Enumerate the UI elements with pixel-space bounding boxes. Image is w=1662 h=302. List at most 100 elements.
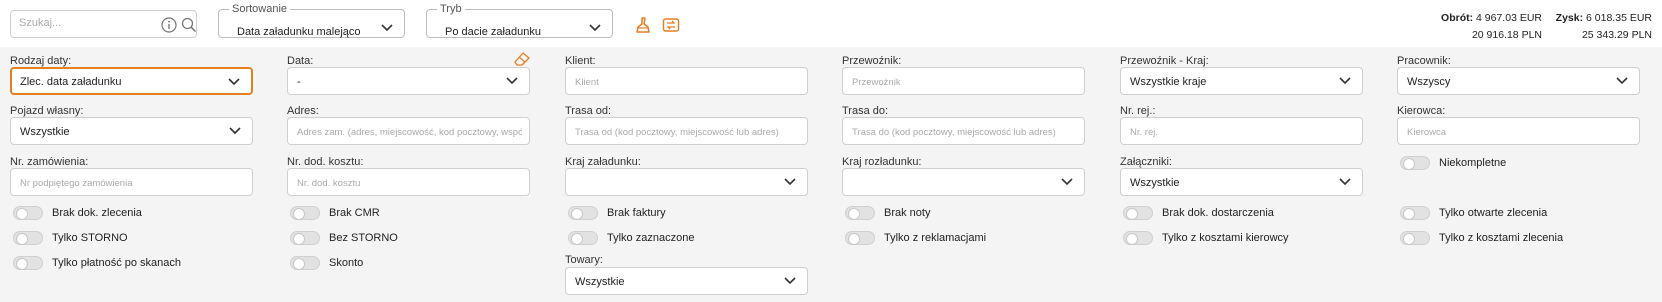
own-vehicle-value: Wszystkie bbox=[20, 126, 70, 138]
toggle-label: Brak faktury bbox=[607, 207, 666, 219]
search-box[interactable] bbox=[10, 10, 197, 38]
chevron-down-icon bbox=[1339, 178, 1351, 186]
reg-no-label: Nr. rej.: bbox=[1120, 105, 1156, 117]
chevron-down-icon bbox=[229, 127, 241, 135]
toolbar: Sortowanie Data załadunku malejąco Tryb … bbox=[0, 0, 1662, 47]
toggle-label: Tylko STORNO bbox=[52, 232, 128, 244]
eraser-icon[interactable] bbox=[514, 52, 530, 66]
attachments-select[interactable]: Wszystkie bbox=[1120, 168, 1363, 196]
carrier-country-select[interactable]: Wszystkie kraje bbox=[1120, 67, 1363, 95]
clear-filters-icon[interactable] bbox=[634, 16, 652, 34]
date-type-label: Rodzaj daty: bbox=[10, 55, 72, 67]
employee-value: Wszyscy bbox=[1407, 76, 1451, 88]
route-from-input[interactable]: Trasa od (kod pocztowy, miejscowość lub … bbox=[565, 117, 808, 145]
route-to-label: Trasa do: bbox=[842, 105, 889, 117]
toggle-label: Brak dok. zlecenia bbox=[52, 207, 142, 219]
extra-cost-no-input[interactable]: Nr. dod. kosztu bbox=[287, 168, 530, 196]
reg-no-input[interactable]: Nr. rej. bbox=[1120, 117, 1363, 145]
driver-placeholder: Kierowca bbox=[1407, 127, 1447, 138]
employee-label: Pracownik: bbox=[1397, 55, 1451, 67]
attachments-label: Załączniki: bbox=[1120, 156, 1172, 168]
chevron-down-icon bbox=[1339, 77, 1351, 85]
toggle-label: Brak CMR bbox=[329, 207, 380, 219]
route-to-input[interactable]: Trasa do (kod pocztowy, miejscowość lub … bbox=[842, 117, 1085, 145]
filter-panel: Rodzaj daty: Zlec. data załadunku Data: … bbox=[0, 47, 1662, 302]
sorting-legend: Sortowanie bbox=[232, 3, 288, 15]
toggle-label: Tylko z kosztami kierowcy bbox=[1162, 232, 1289, 244]
toggle-switch[interactable] bbox=[13, 231, 43, 245]
turnover-eur: Obrót: 4 967.03 EUR bbox=[1441, 12, 1542, 24]
order-no-label: Nr. zamówienia: bbox=[10, 156, 89, 168]
toggle-label: Bez STORNO bbox=[329, 232, 398, 244]
chevron-down-icon bbox=[589, 24, 601, 32]
chevron-down-icon bbox=[784, 277, 796, 285]
toggle-label: Skonto bbox=[329, 257, 364, 269]
date-type-value: Zlec. data załadunku bbox=[20, 76, 122, 88]
mode-value: Po dacie załadunku bbox=[445, 26, 542, 38]
toggle-label: Tylko otwarte zlecenia bbox=[1439, 207, 1548, 219]
toggle-switch[interactable] bbox=[845, 206, 875, 220]
toggle-label: Tylko zaznaczone bbox=[607, 232, 695, 244]
reg-no-placeholder: Nr. rej. bbox=[1130, 127, 1158, 138]
unloading-country-select[interactable] bbox=[842, 168, 1085, 196]
profit-eur: Zysk: 6 018.35 EUR bbox=[1555, 12, 1652, 24]
route-from-label: Trasa od: bbox=[565, 105, 612, 117]
unloading-country-label: Kraj rozładunku: bbox=[842, 156, 922, 168]
toggle-switch[interactable] bbox=[845, 231, 875, 245]
date-type-select[interactable]: Zlec. data załadunku bbox=[10, 67, 253, 95]
search-icon[interactable] bbox=[181, 17, 197, 33]
info-icon[interactable] bbox=[161, 17, 177, 33]
toggle-switch[interactable] bbox=[290, 231, 320, 245]
goods-select[interactable]: Wszystkie bbox=[565, 267, 808, 295]
order-no-input[interactable]: Nr podpiętego zamówienia bbox=[10, 168, 253, 196]
toggle-switch[interactable] bbox=[13, 256, 43, 270]
toggle-label: Brak noty bbox=[884, 207, 931, 219]
employee-select[interactable]: Wszyscy bbox=[1397, 67, 1640, 95]
toggle-switch[interactable] bbox=[568, 231, 598, 245]
goods-label: Towary: bbox=[565, 254, 603, 266]
address-placeholder: Adres zam. (adres, miejscowość, kod pocz… bbox=[297, 127, 522, 138]
toggle-label: Tylko z kosztami zlecenia bbox=[1439, 232, 1564, 244]
carrier-input[interactable]: Przewoźnik bbox=[842, 67, 1085, 95]
client-label: Klient: bbox=[565, 55, 596, 67]
toggle-label: Tylko z reklamacjami bbox=[884, 232, 987, 244]
toggle-label: Tylko płatność po skanach bbox=[52, 257, 182, 269]
sorting-select[interactable]: Sortowanie Data załadunku malejąco bbox=[218, 4, 405, 38]
address-input[interactable]: Adres zam. (adres, miejscowość, kod pocz… bbox=[287, 117, 530, 145]
attachments-value: Wszystkie bbox=[1130, 177, 1180, 189]
toggle-switch[interactable] bbox=[568, 206, 598, 220]
driver-input[interactable]: Kierowca bbox=[1397, 117, 1640, 145]
date-label: Data: bbox=[287, 55, 314, 67]
date-select[interactable]: - bbox=[287, 67, 530, 95]
driver-label: Kierowca: bbox=[1397, 105, 1446, 117]
loading-country-select[interactable] bbox=[565, 168, 808, 196]
chevron-down-icon bbox=[784, 178, 796, 186]
date-value: - bbox=[297, 76, 301, 88]
client-input[interactable]: Klient bbox=[565, 67, 808, 95]
carrier-country-value: Wszystkie kraje bbox=[1130, 76, 1207, 88]
goods-value: Wszystkie bbox=[575, 276, 625, 288]
own-vehicle-select[interactable]: Wszystkie bbox=[10, 117, 253, 145]
chevron-down-icon bbox=[228, 78, 240, 86]
turnover-pln: 20 916.18 PLN bbox=[1471, 29, 1542, 41]
search-input[interactable] bbox=[19, 17, 149, 29]
toggle-switch[interactable] bbox=[290, 256, 320, 270]
toggle-label: Brak dok. dostarczenia bbox=[1162, 207, 1274, 219]
mode-legend: Tryb bbox=[440, 3, 462, 15]
own-vehicle-label: Pojazd własny: bbox=[10, 105, 84, 117]
profit-pln: 25 343.29 PLN bbox=[1581, 29, 1652, 41]
route-to-placeholder: Trasa do (kod pocztowy, miejscowość lub … bbox=[852, 127, 1056, 138]
sorting-value: Data załadunku malejąco bbox=[237, 26, 361, 38]
extra-cost-no-label: Nr. dod. kosztu: bbox=[287, 156, 364, 168]
toggle-switch[interactable] bbox=[1400, 156, 1430, 170]
toggle-switch[interactable] bbox=[1400, 206, 1430, 220]
toggle-switch[interactable] bbox=[290, 206, 320, 220]
mode-select[interactable]: Tryb Po dacie załadunku bbox=[426, 4, 613, 38]
toggle-switch[interactable] bbox=[13, 206, 43, 220]
switch-icon[interactable] bbox=[662, 16, 680, 34]
toggle-switch[interactable] bbox=[1123, 206, 1153, 220]
carrier-country-label: Przewoźnik - Kraj: bbox=[1120, 55, 1209, 67]
toggle-switch[interactable] bbox=[1400, 231, 1430, 245]
extra-cost-no-placeholder: Nr. dod. kosztu bbox=[297, 178, 361, 189]
toggle-switch[interactable] bbox=[1123, 231, 1153, 245]
